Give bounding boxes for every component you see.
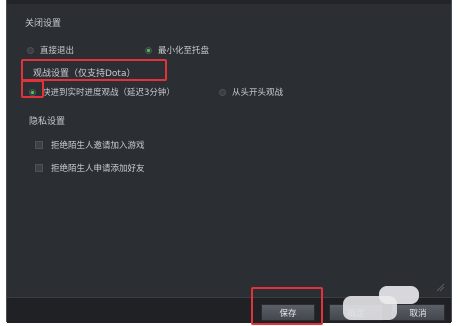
radio-label: 从头开头观战 xyxy=(232,88,284,98)
radio-label: 快进到实时进度观战（延迟3分钟） xyxy=(42,88,175,98)
radio-label: 直接退出 xyxy=(40,46,75,56)
radio-watch-from-start[interactable]: 从头开头观战 xyxy=(219,86,283,98)
checkbox-reject-game-invites[interactable]: 拒绝陌生人邀请加入游戏 xyxy=(35,139,145,151)
watermark-blur xyxy=(379,286,419,304)
save-button-highlight xyxy=(251,287,323,325)
resize-grip-icon[interactable] xyxy=(435,282,445,292)
checkbox[interactable] xyxy=(35,141,43,149)
checkbox-label: 拒绝陌生人邀请加入游戏 xyxy=(51,141,145,151)
radio-fast-forward-live[interactable]: 快进到实时进度观战（延迟3分钟） xyxy=(29,86,175,98)
cancel-button[interactable]: 取消 xyxy=(391,304,445,321)
checkbox-label: 拒绝陌生人申请添加好友 xyxy=(51,164,145,174)
radio-exit-directly[interactable]: 直接退出 xyxy=(27,44,74,56)
radio-highlight xyxy=(21,80,44,98)
checkbox[interactable] xyxy=(35,164,43,172)
title-bar xyxy=(7,0,451,4)
close-settings-title: 关闭设置 xyxy=(25,19,62,29)
privacy-settings-title: 隐私设置 xyxy=(29,117,66,127)
radio-button[interactable] xyxy=(27,46,34,54)
radio-label: 最小化至托盘 xyxy=(158,46,210,56)
radio-minimize-to-tray[interactable]: 最小化至托盘 xyxy=(145,44,209,56)
radio-button[interactable] xyxy=(219,88,226,96)
settings-dialog: 关闭设置 直接退出 最小化至托盘 观战设置（仅支持Dota） 快进到实时进度观战… xyxy=(6,0,452,325)
checkbox-reject-friend-requests[interactable]: 拒绝陌生人申请添加好友 xyxy=(35,162,145,174)
spectate-title-highlight xyxy=(21,59,167,81)
radio-button[interactable] xyxy=(145,46,152,54)
